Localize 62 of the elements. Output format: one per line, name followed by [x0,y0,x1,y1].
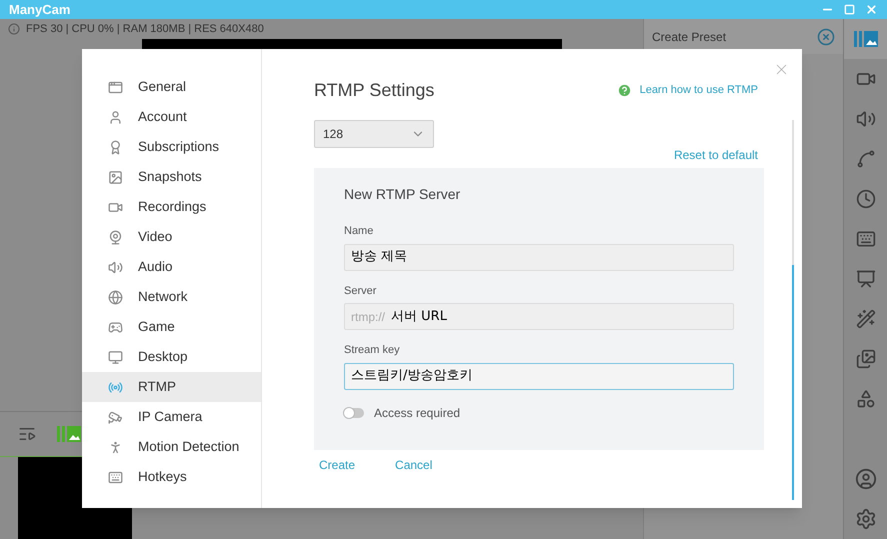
gallery-icon [852,30,878,48]
status-text: FPS 30 | CPU 0% | RAM 180MB | RES 640X480 [26,22,264,37]
sidebar-item[interactable]: RTMP [82,372,261,402]
webcam-icon [108,230,123,244]
field-value: 서버 URL [391,308,447,326]
sidebar-item[interactable]: Subscriptions [82,132,261,162]
input-field[interactable]: rtmp:// 서버 URL [344,303,734,330]
globe-icon [108,290,123,304]
sidebar-item[interactable]: Recordings [82,192,261,222]
sidebar-item[interactable]: Motion Detection [82,432,261,462]
sidebar-item[interactable]: General [82,72,261,102]
monitor-icon [108,350,123,364]
keyboard-icon[interactable] [856,229,876,249]
input-field[interactable]: 방송 제목 [344,244,734,270]
sidebar-item[interactable]: Snapshots [82,162,261,192]
user-icon[interactable] [854,468,876,490]
images-icon[interactable] [856,349,876,369]
image-icon [108,170,123,184]
sidebar-item[interactable]: Audio [82,252,261,282]
sidebar-item[interactable]: Network [82,282,261,312]
close-icon[interactable] [865,3,878,16]
keyboard-icon [108,470,123,484]
speaker-icon [108,260,123,274]
sidebar-item[interactable]: Hotkeys [82,462,261,492]
security-camera-icon [108,410,123,424]
sidebar-item[interactable]: Account [82,102,261,132]
toggle-label: Access required [374,404,460,422]
field-label: Stream key [344,343,401,358]
field-value: 방송 제목 [351,248,408,266]
dialog-title: RTMP Settings [314,79,436,102]
playlist-icon[interactable] [18,425,36,443]
sidebar-item[interactable]: IP Camera [82,402,261,432]
field-value: 스트림키/방송암호키 [351,367,472,386]
form-title: New RTMP Server [344,185,462,204]
info-icon [8,23,20,35]
award-icon [108,140,123,154]
sidebar-item[interactable]: Video [82,222,261,252]
panel-title: Create Preset [652,28,728,46]
person-icon [108,440,123,454]
help-icon [616,83,632,98]
presentation-icon[interactable] [856,269,876,289]
magic-wand-icon[interactable] [856,309,876,329]
maximize-icon[interactable] [844,4,855,15]
clock-icon[interactable] [856,189,876,209]
close-icon[interactable] [817,28,835,46]
squiggle-icon[interactable] [856,149,876,169]
toggle-switch[interactable] [344,408,364,418]
sidebar-item[interactable]: Desktop [82,342,261,372]
bitrate-dropdown[interactable]: 128 [314,120,434,148]
settings-icon[interactable] [854,508,876,530]
shapes-icon[interactable] [856,389,876,409]
sidebar-item[interactable]: Game [82,312,261,342]
antenna-icon [108,380,123,394]
user-icon [108,110,123,124]
window-icon [108,80,123,94]
field-label: Name [344,224,374,239]
gamepad-icon [108,320,123,334]
input-field[interactable]: 스트림키/방송암호키 [344,362,734,390]
window-title: ManyCam [9,0,72,19]
speaker-icon[interactable] [856,109,876,129]
field-label: Server [344,284,378,298]
url-prefix: rtmp:// [351,308,386,326]
